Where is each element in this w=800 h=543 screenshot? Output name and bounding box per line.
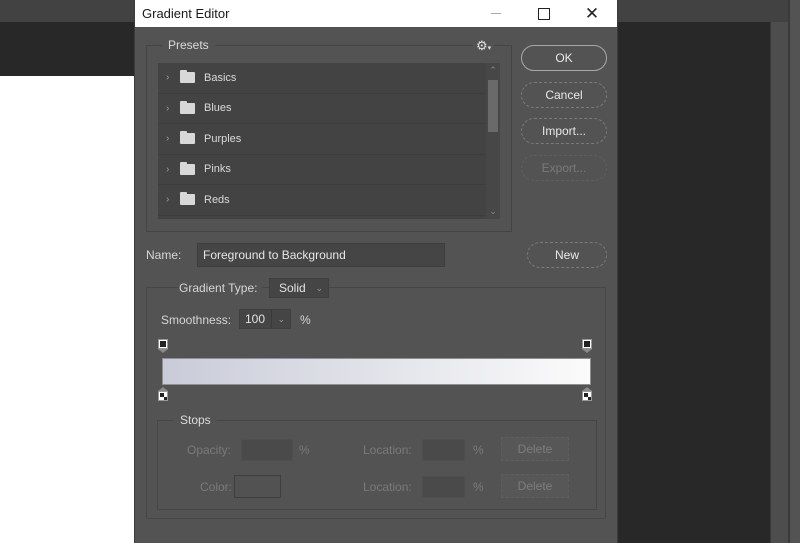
dialog-titlebar[interactable]: Gradient Editor ✕	[135, 0, 617, 27]
name-input[interactable]: Foreground to Background	[197, 243, 445, 267]
color-delete-button: Delete	[501, 474, 569, 498]
color-stop-icon	[582, 391, 592, 401]
preset-folder-pinks[interactable]: › Pinks	[158, 155, 486, 185]
gradient-preview-bar[interactable]	[162, 358, 591, 385]
new-button[interactable]: New	[527, 242, 607, 268]
export-button: Export...	[521, 155, 607, 181]
app-workspace-area	[618, 22, 773, 543]
gradient-editor-dialog: Gradient Editor ✕ Presets ⚙▾ › Basics › …	[134, 0, 618, 543]
ok-button[interactable]: OK	[521, 45, 607, 71]
folder-icon	[180, 70, 195, 84]
app-side-panel	[788, 0, 800, 543]
chevron-right-icon[interactable]: ›	[166, 164, 174, 175]
cancel-button[interactable]: Cancel	[521, 82, 607, 108]
opacity-label: Opacity:	[187, 443, 232, 457]
folder-icon	[180, 192, 195, 206]
color-location-unit: %	[473, 480, 484, 494]
opacity-location-input	[422, 439, 465, 461]
chevron-down-icon[interactable]: ⌄	[271, 310, 290, 328]
smoothness-value: 100	[245, 312, 266, 326]
preset-folder-label: Reds	[204, 193, 230, 206]
presets-group: Presets ⚙▾ › Basics › Blues › Purples › …	[146, 38, 512, 232]
stop-pointer	[158, 349, 168, 353]
color-stop-icon	[158, 391, 168, 401]
folder-icon	[180, 161, 195, 175]
gradient-type-select[interactable]: Solid ⌄	[269, 278, 329, 298]
color-stop-left[interactable]	[158, 387, 168, 402]
stop-pointer	[582, 349, 592, 353]
folder-icon	[180, 100, 195, 114]
folder-icon	[180, 131, 195, 145]
preset-folder-label: Purples	[204, 132, 242, 145]
chevron-down-icon[interactable]: ⌄	[486, 206, 500, 217]
preset-folder-label: Pinks	[204, 163, 231, 176]
opacity-location-label: Location:	[363, 443, 412, 457]
chevron-right-icon[interactable]: ›	[166, 103, 174, 114]
name-label: Name:	[146, 248, 182, 262]
preset-folder-purples[interactable]: › Purples	[158, 124, 486, 155]
dialog-title: Gradient Editor	[142, 6, 230, 21]
preset-folder-basics[interactable]: › Basics	[158, 63, 486, 94]
scrollbar-thumb[interactable]	[488, 80, 498, 132]
app-panel-strip	[770, 22, 788, 543]
stops-title: Stops	[174, 413, 217, 427]
color-location-input	[422, 476, 465, 498]
color-location-label: Location:	[363, 480, 412, 494]
smoothness-unit: %	[300, 313, 311, 327]
chevron-right-icon[interactable]: ›	[166, 72, 174, 83]
preset-folder-label: Basics	[204, 71, 237, 84]
smoothness-label: Smoothness:	[161, 313, 232, 327]
preset-folder-blues[interactable]: › Blues	[158, 94, 486, 124]
maximize-button[interactable]	[521, 0, 567, 27]
minimize-button[interactable]	[473, 0, 519, 27]
chevron-up-icon[interactable]: ⌃	[486, 65, 500, 76]
color-stop-right[interactable]	[582, 387, 592, 402]
smoothness-input[interactable]: 100 ⌄	[239, 309, 291, 329]
chevron-right-icon[interactable]: ›	[166, 194, 174, 205]
close-button[interactable]: ✕	[569, 0, 615, 27]
import-button[interactable]: Import...	[521, 118, 607, 144]
chevron-down-icon: ⌄	[315, 282, 323, 293]
opacity-stop-icon	[158, 339, 168, 349]
presets-title: Presets	[162, 38, 215, 52]
presets-scrollbar[interactable]: ⌃ ⌄	[486, 63, 500, 219]
gradient-type-label: Gradient Type:	[179, 281, 262, 295]
opacity-stop-icon	[582, 339, 592, 349]
opacity-delete-button: Delete	[501, 437, 569, 461]
opacity-location-unit: %	[473, 443, 484, 457]
gear-icon[interactable]: ⚙▾	[473, 38, 495, 54]
opacity-unit: %	[299, 443, 310, 457]
document-canvas	[0, 76, 134, 543]
opacity-stop-left[interactable]	[158, 339, 168, 353]
gradient-type-value: Solid	[279, 281, 306, 295]
chevron-right-icon[interactable]: ›	[166, 133, 174, 144]
opacity-stop-right[interactable]	[582, 339, 592, 353]
close-icon: ✕	[584, 3, 600, 23]
color-label: Color:	[200, 480, 233, 494]
presets-list: › Basics › Blues › Purples › Pinks › Red…	[158, 63, 486, 219]
opacity-input	[241, 439, 293, 461]
preset-folder-reds[interactable]: › Reds	[158, 185, 486, 216]
preset-folder-label: Blues	[204, 102, 232, 115]
color-swatch	[234, 475, 281, 498]
